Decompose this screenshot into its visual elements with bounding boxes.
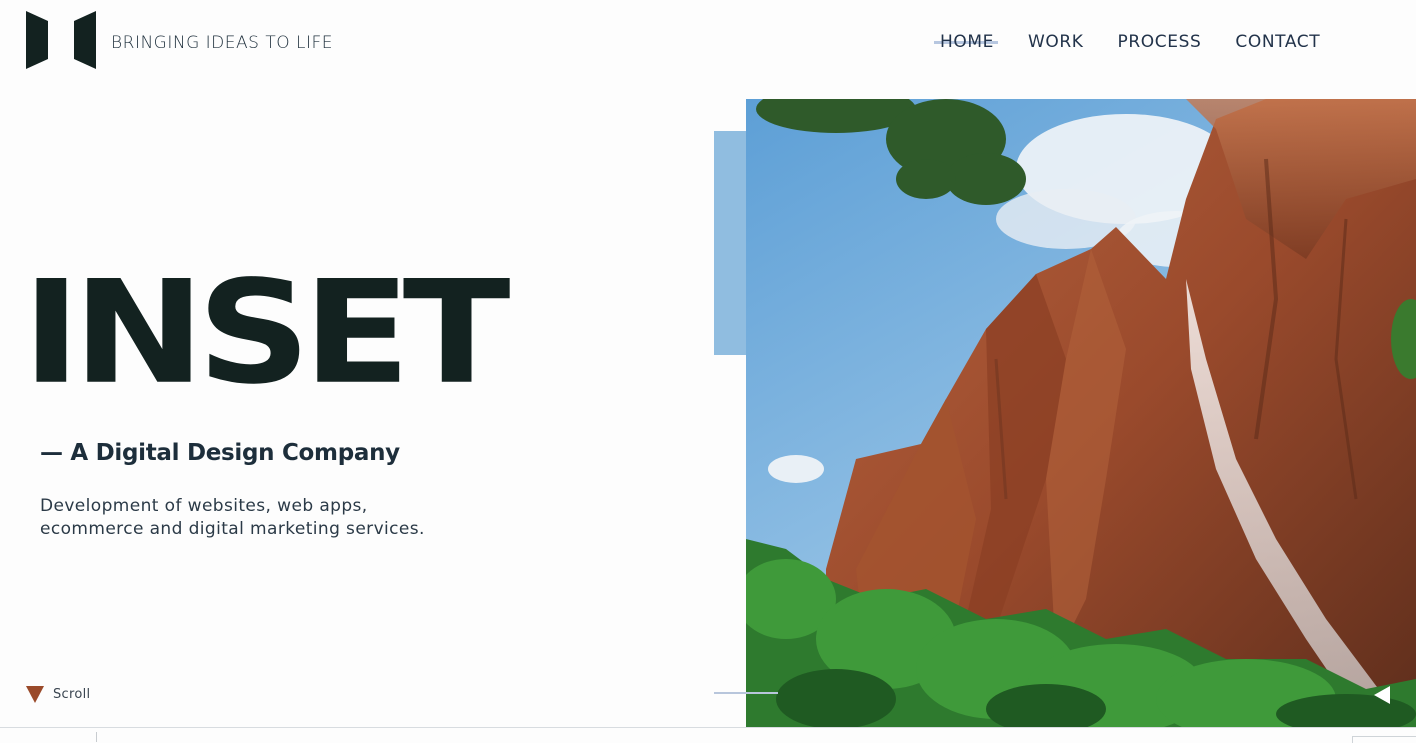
inset-logo[interactable] <box>26 11 96 69</box>
hero-title: INSET <box>22 250 511 416</box>
main-nav: HOME WORK PROCESS CONTACT <box>934 32 1354 52</box>
scroll-label: Scroll <box>53 687 91 702</box>
slide-progress-line <box>714 692 778 694</box>
triangle-left-icon[interactable] <box>1374 686 1390 704</box>
description-line: ecommerce and digital marketing services… <box>40 519 425 539</box>
hero-description: Development of websites, web apps, ecomm… <box>40 495 460 541</box>
canyon-waterfall-illustration <box>746 99 1416 727</box>
scroll-button[interactable]: Scroll <box>26 686 90 703</box>
nav-work[interactable]: WORK <box>1028 32 1084 52</box>
accent-bar <box>714 131 747 355</box>
bottom-divider <box>0 727 1416 728</box>
bottom-tick <box>96 732 97 742</box>
hero-image <box>746 99 1416 727</box>
hero-subtitle: — A Digital Design Company <box>40 440 400 466</box>
tagline: BRINGING IDEAS TO LIFE <box>111 33 333 53</box>
triangle-down-icon <box>26 686 44 703</box>
nav-contact[interactable]: CONTACT <box>1235 32 1320 52</box>
nav-process[interactable]: PROCESS <box>1118 32 1202 52</box>
description-line: Development of websites, web apps, <box>40 496 368 516</box>
nav-home[interactable]: HOME <box>934 32 998 52</box>
